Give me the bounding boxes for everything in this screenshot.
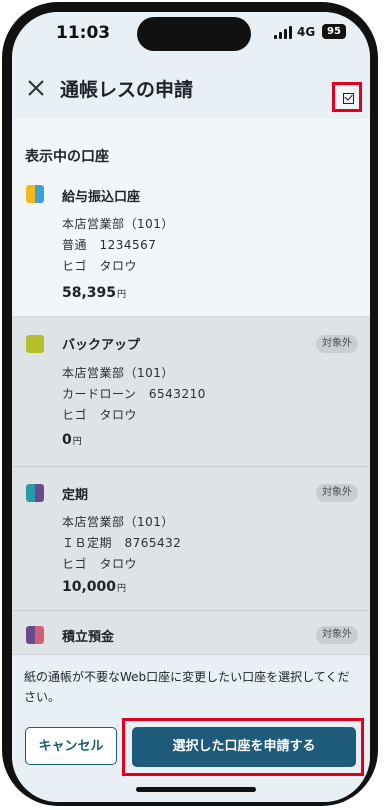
account-list: 表示中の口座 給与振込口座 本店営業部（101） 普通 1234567 ヒゴ タ… (12, 119, 370, 654)
account-item: 定期 対象外 本店営業部（101） ＩＢ定期 8765432 ヒゴ タロウ 10… (12, 467, 370, 611)
apply-button-highlight: 選択した口座を申請する (122, 718, 364, 776)
home-indicator (136, 787, 256, 792)
account-icon-right (35, 185, 44, 203)
footer: 紙の通帳が不要なWeb口座に変更したい口座を選択してください。 キャンセル 選択… (12, 654, 370, 802)
apply-button[interactable]: 選択した口座を申請する (132, 727, 356, 767)
account-icon (26, 484, 44, 502)
account-name: バックアップ (62, 338, 141, 353)
account-icon (26, 185, 44, 203)
account-icon (26, 335, 44, 353)
account-holder: ヒゴ タロウ (62, 408, 138, 422)
balance-currency: 円 (117, 584, 127, 594)
account-icon-left (26, 484, 35, 502)
account-icon-left (26, 335, 35, 353)
account-icon-left (26, 185, 35, 203)
account-icon (26, 626, 44, 644)
dynamic-island (137, 17, 251, 51)
account-branch: 本店営業部（101） (62, 515, 174, 529)
account-branch: 本店営業部（101） (62, 366, 174, 380)
account-balance: 0円 (62, 432, 82, 448)
balance-amount: 0 (62, 432, 72, 448)
status-time: 11:03 (56, 23, 111, 43)
signal-icon (274, 26, 294, 39)
status-badge: 対象外 (316, 484, 358, 502)
account-name: 給与振込口座 (62, 190, 141, 205)
account-item[interactable]: 給与振込口座 本店営業部（101） 普通 1234567 ヒゴ タロウ 58,3… (12, 165, 370, 317)
balance-currency: 円 (72, 437, 82, 447)
page-title: 通帳レスの申請 (60, 79, 194, 101)
battery-icon: 95 (322, 24, 346, 39)
account-icon-right (35, 484, 44, 502)
account-number: カードローン 6543210 (62, 387, 206, 401)
instruction-text: 紙の通帳が不要なWeb口座に変更したい口座を選択してください。 (24, 670, 350, 704)
account-item: 積立預金 対象外 (12, 611, 370, 654)
account-number: 普通 1234567 (62, 238, 157, 252)
account-branch: 本店営業部（101） (62, 217, 174, 231)
close-icon[interactable] (26, 78, 46, 98)
account-name: 積立預金 (62, 630, 115, 645)
account-checkbox[interactable] (332, 82, 362, 112)
screen: 11:03 4G 95 通帳レスの申請 表示中の口座 給与振込口座 本店営業部（… (12, 12, 370, 802)
balance-currency: 円 (117, 290, 127, 300)
cancel-button[interactable]: キャンセル (25, 727, 117, 765)
status-bar: 11:03 4G 95 (12, 12, 370, 60)
account-number: ＩＢ定期 8765432 (62, 536, 182, 550)
network-label: 4G (297, 25, 316, 39)
balance-amount: 10,000 (62, 579, 117, 595)
account-icon-left (26, 626, 35, 644)
account-icon-right (35, 626, 44, 644)
header: 通帳レスの申請 (12, 60, 370, 118)
account-holder: ヒゴ タロウ (62, 557, 138, 571)
account-item: バックアップ 対象外 本店営業部（101） カードローン 6543210 ヒゴ … (12, 317, 370, 467)
account-balance: 10,000円 (62, 579, 126, 595)
account-name: 定期 (62, 488, 89, 503)
account-balance: 58,395円 (62, 285, 126, 301)
balance-amount: 58,395 (62, 285, 117, 301)
phone-frame: 11:03 4G 95 通帳レスの申請 表示中の口座 給与振込口座 本店営業部（… (2, 2, 378, 806)
status-badge: 対象外 (316, 335, 358, 353)
status-badge: 対象外 (316, 626, 358, 644)
account-icon-right (35, 335, 44, 353)
section-title: 表示中の口座 (12, 119, 370, 165)
account-holder: ヒゴ タロウ (62, 259, 138, 273)
